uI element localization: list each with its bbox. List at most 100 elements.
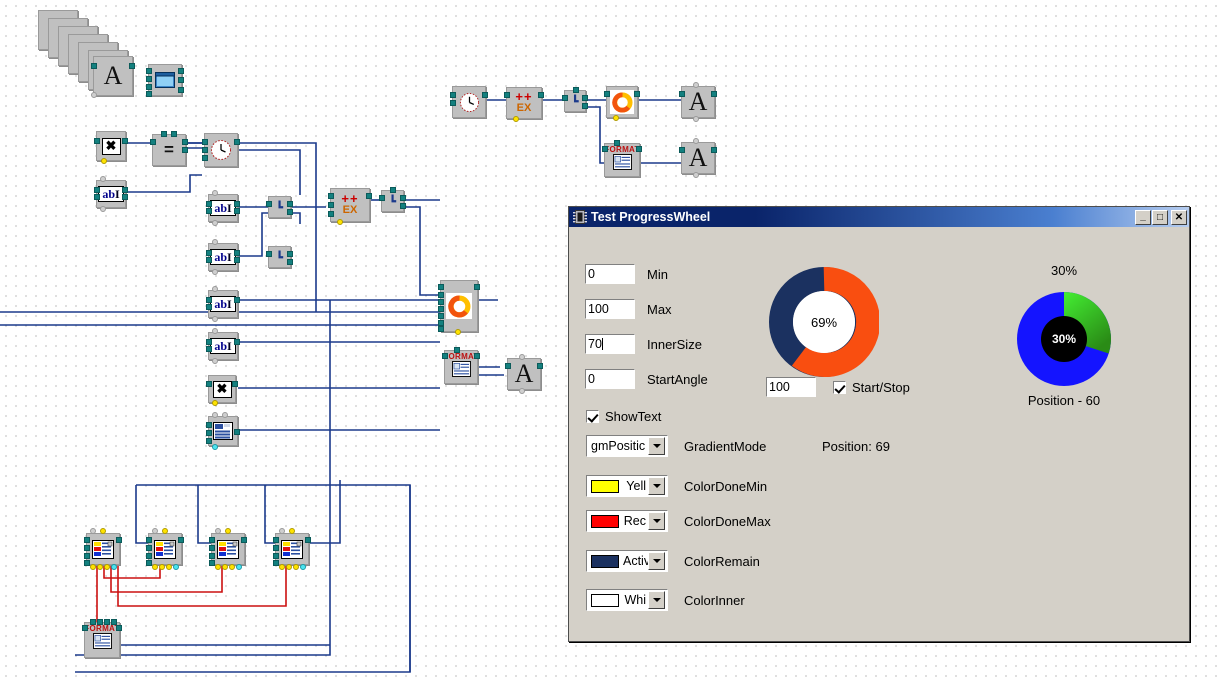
port[interactable] bbox=[273, 560, 279, 566]
chevron-down-icon[interactable] bbox=[648, 437, 665, 455]
port[interactable] bbox=[90, 564, 96, 570]
port[interactable] bbox=[328, 193, 334, 199]
port[interactable] bbox=[400, 195, 406, 201]
port[interactable] bbox=[636, 146, 642, 152]
port[interactable] bbox=[693, 82, 699, 88]
port[interactable] bbox=[234, 208, 240, 214]
port[interactable] bbox=[111, 564, 117, 570]
port[interactable] bbox=[212, 358, 218, 364]
port[interactable] bbox=[215, 528, 221, 534]
port[interactable] bbox=[212, 239, 218, 245]
port[interactable] bbox=[222, 564, 228, 570]
diagram-node-junction-3[interactable]: ┗ bbox=[379, 187, 406, 212]
chevron-down-icon[interactable] bbox=[648, 552, 665, 570]
diagram-node-junction-1[interactable]: ┗ bbox=[266, 196, 293, 218]
port[interactable] bbox=[328, 202, 334, 208]
port[interactable] bbox=[100, 206, 106, 212]
port[interactable] bbox=[206, 250, 212, 256]
diagram-node-timer-1[interactable] bbox=[202, 133, 240, 167]
port[interactable] bbox=[482, 92, 488, 98]
port[interactable] bbox=[212, 328, 218, 334]
diagram-node-junction-2[interactable]: ┗ bbox=[266, 246, 293, 268]
innersize-input[interactable]: 70 bbox=[584, 333, 636, 355]
port[interactable] bbox=[634, 91, 640, 97]
diagram-node-label-r2[interactable]: A bbox=[679, 138, 717, 178]
port[interactable] bbox=[91, 92, 97, 98]
colordonemax-combo[interactable]: Rec bbox=[585, 509, 669, 533]
port[interactable] bbox=[82, 625, 88, 631]
port[interactable] bbox=[222, 412, 228, 418]
diagram-node-colorcombo-3[interactable] bbox=[209, 528, 247, 570]
chevron-down-icon[interactable] bbox=[648, 477, 665, 495]
port[interactable] bbox=[513, 116, 519, 122]
diagram-node-progresswheel-2[interactable] bbox=[438, 280, 480, 335]
port[interactable] bbox=[178, 68, 184, 74]
port[interactable] bbox=[146, 91, 152, 97]
diagram-node-colorcombo-4[interactable] bbox=[273, 528, 311, 570]
port[interactable] bbox=[146, 68, 152, 74]
diagram-node-expression-2[interactable]: ++ EX bbox=[504, 87, 544, 122]
port[interactable] bbox=[614, 140, 620, 146]
port[interactable] bbox=[206, 422, 212, 428]
diagram-node-form[interactable] bbox=[146, 64, 184, 97]
port[interactable] bbox=[273, 537, 279, 543]
checkbox-box[interactable] bbox=[832, 380, 847, 395]
port[interactable] bbox=[234, 297, 240, 303]
port[interactable] bbox=[104, 619, 110, 625]
diagram-node-checkbox-1[interactable]: ✖ bbox=[94, 131, 128, 164]
port[interactable] bbox=[206, 208, 212, 214]
startangle-input[interactable]: 0 bbox=[584, 368, 636, 390]
diagram-node-junction-4[interactable]: ┗ bbox=[562, 87, 588, 112]
port[interactable] bbox=[693, 116, 699, 122]
colorremain-combo[interactable]: Activ bbox=[585, 549, 669, 573]
diagram-node-label-r1[interactable]: A bbox=[679, 82, 717, 122]
port[interactable] bbox=[173, 564, 179, 570]
diagram-node-timer-2[interactable] bbox=[450, 86, 488, 118]
port[interactable] bbox=[178, 87, 184, 93]
port[interactable] bbox=[206, 339, 212, 345]
port[interactable] bbox=[101, 158, 107, 164]
port[interactable] bbox=[146, 553, 152, 559]
port[interactable] bbox=[94, 138, 100, 144]
checkbox-box[interactable] bbox=[585, 409, 600, 424]
port[interactable] bbox=[273, 545, 279, 551]
chevron-down-icon[interactable] bbox=[648, 591, 665, 609]
port[interactable] bbox=[442, 353, 448, 359]
port[interactable] bbox=[602, 146, 608, 152]
port[interactable] bbox=[234, 339, 240, 345]
port[interactable] bbox=[206, 304, 212, 310]
port[interactable] bbox=[209, 537, 215, 543]
port[interactable] bbox=[209, 545, 215, 551]
progress-wheel-primary[interactable]: 69% bbox=[769, 266, 881, 377]
port[interactable] bbox=[84, 537, 90, 543]
port[interactable] bbox=[84, 545, 90, 551]
port[interactable] bbox=[287, 201, 293, 207]
port[interactable] bbox=[266, 251, 272, 257]
diagram-node-edit-4[interactable]: ab I bbox=[206, 286, 240, 322]
port[interactable] bbox=[438, 299, 444, 305]
port[interactable] bbox=[366, 193, 372, 199]
port[interactable] bbox=[582, 95, 588, 101]
port[interactable] bbox=[234, 250, 240, 256]
port[interactable] bbox=[116, 537, 122, 543]
port[interactable] bbox=[212, 400, 218, 406]
port[interactable] bbox=[273, 553, 279, 559]
port[interactable] bbox=[236, 564, 242, 570]
port[interactable] bbox=[279, 564, 285, 570]
port[interactable] bbox=[234, 257, 240, 263]
port[interactable] bbox=[337, 219, 343, 225]
port[interactable] bbox=[450, 100, 456, 106]
port[interactable] bbox=[438, 326, 444, 332]
port[interactable] bbox=[266, 201, 272, 207]
port[interactable] bbox=[604, 91, 610, 97]
port[interactable] bbox=[693, 172, 699, 178]
port[interactable] bbox=[300, 564, 306, 570]
diagram-node-progresswheel-1[interactable] bbox=[604, 86, 640, 121]
port[interactable] bbox=[455, 329, 461, 335]
diagram-node-expression-1[interactable]: ++ EX bbox=[328, 188, 372, 225]
port[interactable] bbox=[122, 138, 128, 144]
diagram-node-format-1[interactable]: FORMAT bbox=[602, 140, 642, 177]
port[interactable] bbox=[212, 316, 218, 322]
port[interactable] bbox=[202, 155, 208, 161]
port[interactable] bbox=[328, 211, 334, 217]
